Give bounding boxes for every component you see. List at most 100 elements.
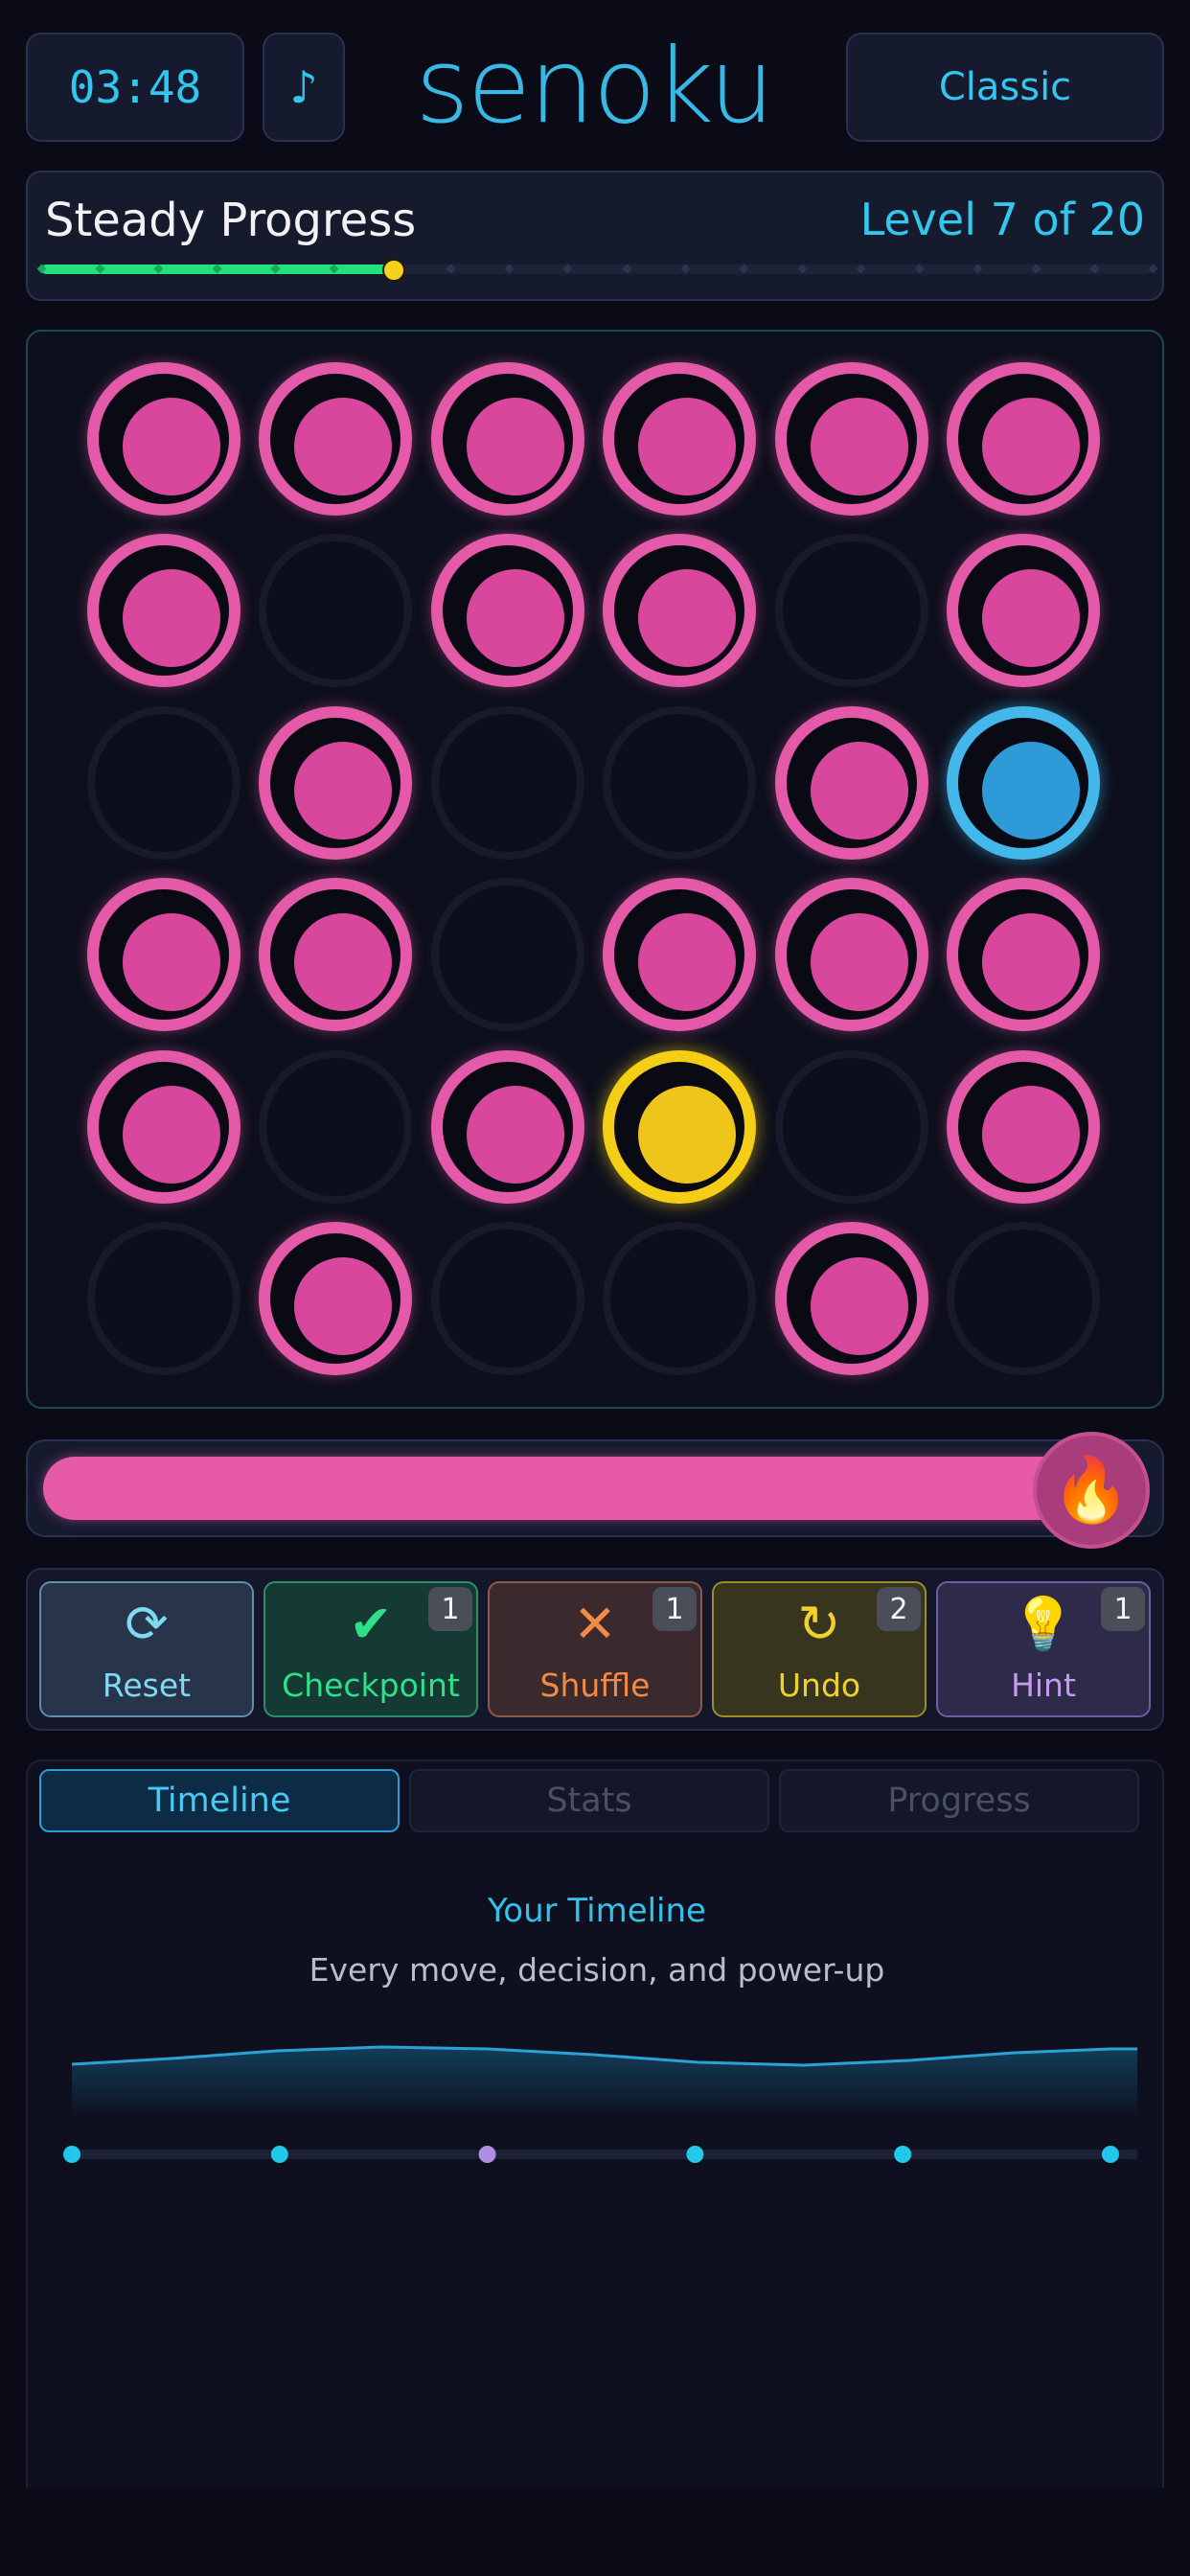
board-cell-pink[interactable] [774, 705, 928, 860]
cell-dot [294, 398, 393, 495]
board-cell-pink[interactable] [603, 362, 757, 516]
level-tick [446, 264, 456, 274]
energy-bar-fill [43, 1457, 1097, 1520]
timeline-event-move[interactable] [894, 2146, 912, 2163]
level-tick [856, 264, 866, 274]
checkpoint-button[interactable]: ✔ Checkpoint 1 [263, 1581, 478, 1717]
board-cell-pink[interactable] [774, 878, 928, 1032]
level-tick [680, 264, 691, 274]
board-cell-pink[interactable] [259, 705, 413, 860]
board-cell-pink[interactable] [947, 1049, 1100, 1204]
board-cell-pink[interactable] [774, 1222, 928, 1375]
cell-dot [638, 1085, 737, 1184]
tool-label: Shuffle [539, 1667, 651, 1704]
energy-panel [26, 1439, 1164, 1537]
board-cell-empty[interactable] [774, 1049, 928, 1204]
cell-dot [982, 913, 1080, 1012]
board-cell-pink[interactable] [87, 1049, 240, 1204]
board-cell-pink[interactable] [87, 878, 240, 1032]
board-cell-pink[interactable] [87, 534, 240, 688]
cell-dot [123, 1085, 220, 1184]
timeline-event-move[interactable] [1102, 2146, 1119, 2163]
count-badge: 1 [428, 1587, 472, 1631]
cell-dot [638, 569, 737, 668]
game-board [26, 330, 1164, 1409]
music-note-icon: ♪ [289, 61, 318, 113]
count-badge: 2 [877, 1587, 921, 1631]
board-cell-empty[interactable] [603, 705, 757, 860]
cell-dot [466, 569, 564, 668]
cell-dot [638, 398, 737, 495]
board-cell-pink[interactable] [774, 362, 928, 516]
cell-dot [294, 1257, 393, 1355]
timeline-event-move[interactable] [686, 2146, 704, 2163]
board-cell-pink[interactable] [947, 362, 1100, 516]
tool-label: Reset [102, 1667, 192, 1704]
level-tick [797, 264, 808, 274]
cell-dot [123, 913, 220, 1012]
tool-label: Checkpoint [282, 1667, 460, 1704]
refresh-icon: ⟳ [125, 1594, 169, 1654]
level-panel: Steady Progress Level 7 of 20 [26, 171, 1164, 301]
board-cell-pink[interactable] [259, 362, 413, 516]
board-cell-blue[interactable] [947, 705, 1100, 860]
board-cell-yellow[interactable] [603, 1049, 757, 1204]
timeline-event-power-up[interactable] [478, 2146, 496, 2163]
board-cell-empty[interactable] [259, 534, 413, 688]
tab-timeline[interactable]: Timeline [39, 1769, 400, 1832]
info-panel: Your Timeline Every move, decision, and … [26, 1760, 1164, 2488]
tab-stats[interactable]: Stats [409, 1769, 769, 1832]
count-badge: 1 [652, 1587, 697, 1631]
board-cell-pink[interactable] [430, 534, 584, 688]
level-tick [1089, 264, 1100, 274]
tool-label: Undo [777, 1667, 861, 1704]
level-tick [739, 264, 749, 274]
hint-button[interactable]: 💡 Hint 1 [936, 1581, 1151, 1717]
timeline-event-move[interactable] [63, 2146, 80, 2163]
board-cell-pink[interactable] [259, 878, 413, 1032]
board-cell-empty[interactable] [603, 1222, 757, 1375]
level-tick [973, 264, 983, 274]
mode-select-button[interactable]: Classic [846, 33, 1164, 142]
cell-dot [466, 398, 564, 495]
level-tick [1031, 264, 1041, 274]
timeline-area [72, 2047, 1137, 2118]
cell-dot [638, 913, 737, 1012]
board-cell-pink[interactable] [430, 362, 584, 516]
level-progress-knob [382, 259, 406, 282]
board-cell-empty[interactable] [774, 534, 928, 688]
board-cell-empty[interactable] [87, 1222, 240, 1375]
undo-button[interactable]: ↻ Undo 2 [712, 1581, 927, 1717]
cell-dot [810, 741, 908, 840]
board-cell-empty[interactable] [259, 1049, 413, 1204]
board-cell-pink[interactable] [947, 534, 1100, 688]
board-cell-pink[interactable] [947, 878, 1100, 1032]
board-cell-empty[interactable] [87, 705, 240, 860]
cell-dot [294, 913, 393, 1012]
level-count: Level 7 of 20 [859, 194, 1145, 245]
timeline-title: Your Timeline [488, 1892, 706, 1930]
board-cell-empty[interactable] [430, 1222, 584, 1375]
tool-label: Hint [1011, 1667, 1076, 1704]
board-cell-pink[interactable] [87, 362, 240, 516]
cell-dot [466, 1085, 564, 1184]
count-badge: 1 [1101, 1587, 1145, 1631]
board-cell-empty[interactable] [430, 705, 584, 860]
music-toggle-button[interactable]: ♪ [263, 33, 345, 142]
reset-button[interactable]: ⟳ Reset [39, 1581, 254, 1717]
board-cell-pink[interactable] [259, 1222, 413, 1375]
tab-progress[interactable]: Progress [779, 1769, 1139, 1832]
shuffle-button[interactable]: ✕ Shuffle 1 [488, 1581, 702, 1717]
board-cell-empty[interactable] [430, 878, 584, 1032]
timeline-event-move[interactable] [270, 2146, 288, 2163]
timer-display: 03:48 [26, 33, 244, 142]
board-cell-pink[interactable] [603, 878, 757, 1032]
board-cell-pink[interactable] [603, 534, 757, 688]
cell-dot [123, 398, 220, 495]
board-cell-pink[interactable] [430, 1049, 584, 1204]
cell-dot [982, 398, 1080, 495]
cell-dot [982, 741, 1080, 840]
board-cell-empty[interactable] [947, 1222, 1100, 1375]
timeline-chart [63, 2045, 1137, 2163]
cell-dot [982, 569, 1080, 668]
